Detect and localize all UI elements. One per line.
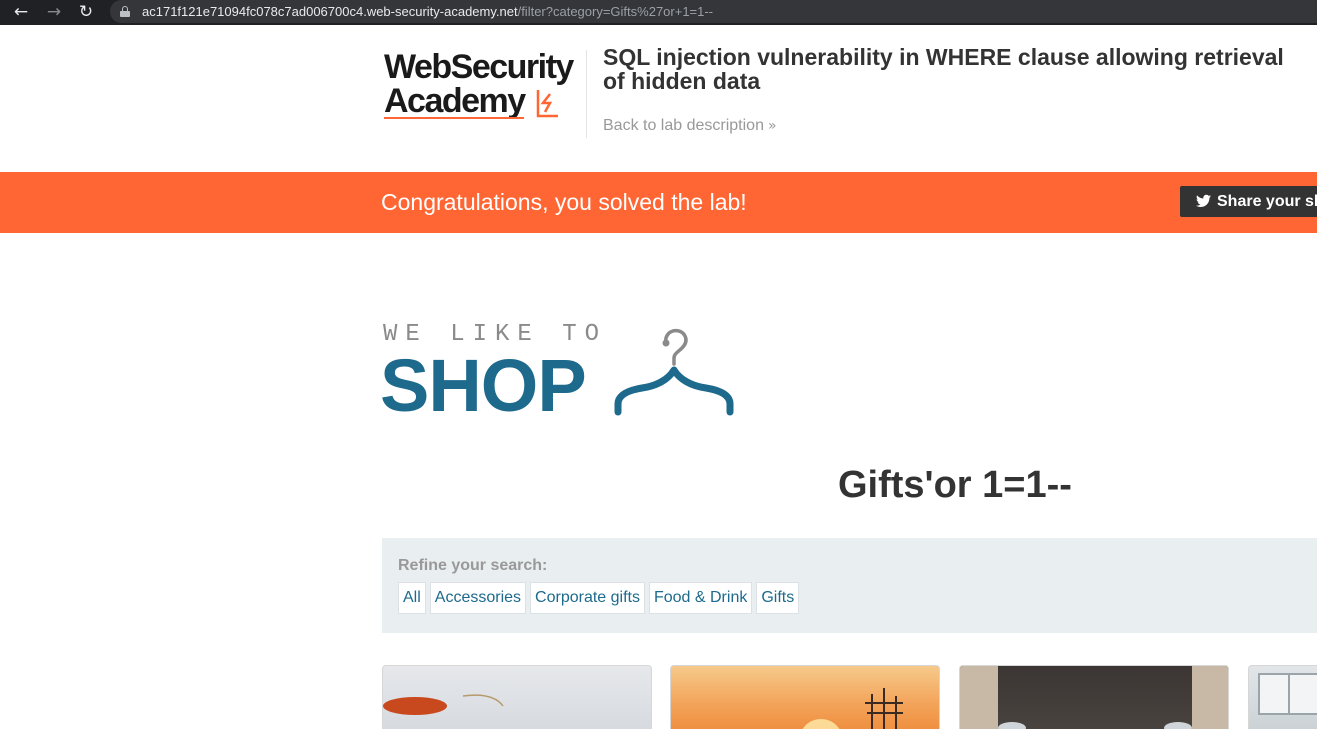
back-to-lab-description-link[interactable]: Back to lab description» (603, 117, 777, 135)
filter-link-accessories[interactable]: Accessories (429, 582, 527, 614)
share-skills-button[interactable]: Share your sk (1180, 186, 1317, 217)
hanger-icon (614, 328, 734, 416)
logo-line-1: WebSecurity (384, 48, 574, 86)
filter-link-corporate-gifts[interactable]: Corporate gifts (530, 582, 645, 614)
lab-title: SQL injection vulnerability in WHERE cla… (603, 44, 1284, 94)
url-text[interactable]: ac171f121e71094fc078c7ad006700c4.web-sec… (142, 3, 713, 20)
category-heading: Gifts'or 1=1-- (838, 464, 1072, 506)
product-card[interactable] (1248, 665, 1317, 729)
refine-search-label: Refine your search: (398, 557, 548, 574)
back-arrow-icon[interactable]: ← (9, 1, 33, 23)
logo-underline (384, 117, 524, 119)
logo-line-2: Academy (384, 82, 526, 120)
product-image (960, 666, 1228, 729)
address-bar[interactable]: ac171f121e71094fc078c7ad006700c4.web-sec… (110, 0, 1317, 23)
browser-toolbar: ← → ↻ ac171f121e71094fc078c7ad006700c4.w… (0, 0, 1317, 25)
solved-message: Congratulations, you solved the lab! (381, 189, 747, 215)
bolt-icon (536, 90, 558, 118)
filter-link-all[interactable]: All (398, 582, 426, 614)
product-image (802, 688, 903, 729)
header-divider (586, 50, 587, 138)
double-chevron-right-icon: » (767, 118, 777, 134)
forward-arrow-icon[interactable]: → (42, 1, 66, 23)
filter-panel: Refine your search: All Accessories Corp… (382, 538, 1317, 633)
back-link-label: Back to lab description (603, 117, 764, 134)
filter-link-gifts[interactable]: Gifts (756, 582, 800, 614)
product-card[interactable] (670, 665, 940, 729)
product-card[interactable] (959, 665, 1229, 729)
url-host: ac171f121e71094fc078c7ad006700c4.web-sec… (142, 4, 518, 19)
twitter-icon (1196, 194, 1211, 207)
product-image (383, 694, 504, 715)
shop-wordmark: SHOP (380, 344, 587, 427)
filter-link-food-drink[interactable]: Food & Drink (648, 582, 753, 614)
reload-icon[interactable]: ↻ (74, 1, 98, 23)
product-card[interactable] (382, 665, 652, 729)
share-button-label: Share your sk (1217, 193, 1317, 210)
lock-icon[interactable] (120, 6, 130, 17)
product-image (1258, 673, 1317, 715)
category-filter-links: All Accessories Corporate gifts Food & D… (398, 582, 800, 614)
url-path: /filter?category=Gifts%27or+1=1-- (517, 4, 714, 19)
lab-solved-banner: Congratulations, you solved the lab! Sha… (0, 172, 1317, 233)
academy-logo[interactable]: WebSecurity Academy (384, 50, 584, 128)
